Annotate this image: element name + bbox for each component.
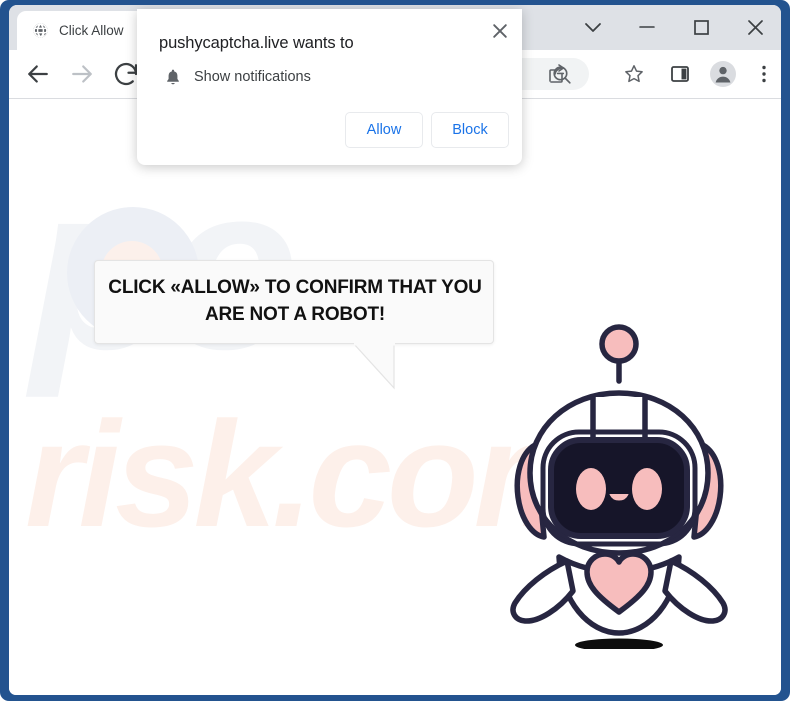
browser-window-inner: Click Allow risk.com CLICK «ALLOW» TO CO…: [9, 5, 781, 695]
page-content: pc risk.com: [9, 99, 781, 695]
window-minimize-button[interactable]: [626, 11, 668, 43]
side-panel-icon[interactable]: [668, 62, 692, 86]
star-icon[interactable]: [622, 62, 646, 86]
dialog-title: pushycaptcha.live wants to: [159, 34, 354, 52]
browser-window: Click Allow risk.com CLICK «ALLOW» TO CO…: [0, 0, 790, 701]
globe-icon: [32, 22, 49, 39]
tab-search-button[interactable]: [572, 11, 614, 43]
share-icon[interactable]: [544, 62, 568, 86]
robot-mascot: [489, 309, 749, 652]
speech-line-2: ARE NOT A ROBOT!: [204, 304, 386, 325]
bell-icon: [163, 67, 183, 87]
block-button[interactable]: Block: [431, 112, 509, 148]
window-maximize-button[interactable]: [680, 11, 722, 43]
window-close-button[interactable]: [734, 11, 776, 43]
back-button[interactable]: [23, 59, 53, 89]
speech-bubble: CLICK «ALLOW» TO CONFIRM THAT YOU ARE NO…: [94, 260, 494, 344]
profile-avatar-icon[interactable]: [710, 61, 736, 87]
three-dot-menu-icon[interactable]: [752, 62, 776, 86]
dialog-close-icon[interactable]: [486, 17, 514, 45]
forward-button[interactable]: [67, 59, 97, 89]
dialog-permission-label: Show notifications: [194, 69, 311, 85]
speech-line-1: CLICK «ALLOW» TO CONFIRM THAT YOU: [108, 277, 482, 298]
notification-permission-dialog: pushycaptcha.live wants to Show notifica…: [137, 9, 522, 165]
speech-bubble-text: CLICK «ALLOW» TO CONFIRM THAT YOU ARE NO…: [95, 274, 495, 328]
speech-bubble-tail: [352, 342, 396, 391]
allow-button[interactable]: Allow: [345, 112, 423, 148]
